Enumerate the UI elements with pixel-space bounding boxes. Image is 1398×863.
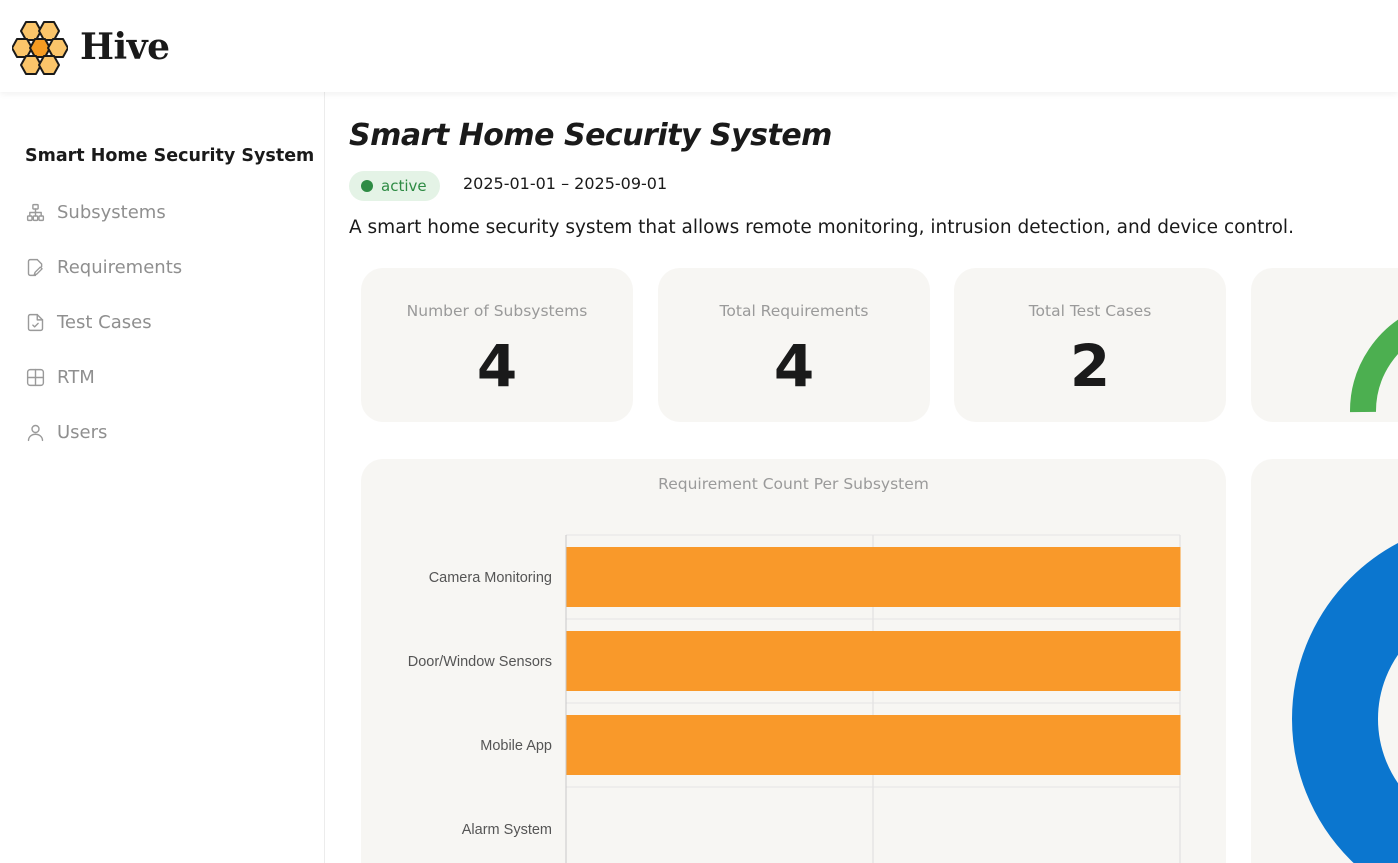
grid-icon	[24, 366, 46, 388]
y-tick-label: Alarm System	[462, 822, 552, 838]
sidebar-item-label: RTM	[57, 366, 95, 388]
bar	[566, 547, 1181, 607]
date-range: 2025-01-01 – 2025-09-01	[463, 174, 668, 193]
sidebar-item-requirements[interactable]: Requirements	[24, 252, 182, 282]
y-tick-label: Camera Monitoring	[429, 570, 552, 586]
stat-label: Total Test Cases	[1028, 302, 1152, 320]
sidebar-item-users[interactable]: Users	[24, 417, 107, 447]
sidebar-item-subsystems[interactable]: Subsystems	[24, 197, 166, 227]
sidebar-project-name[interactable]: Smart Home Security System	[25, 146, 314, 166]
status-dot-icon	[361, 180, 373, 192]
sidebar-item-label: Subsystems	[57, 201, 166, 223]
y-tick-label: Mobile App	[480, 738, 552, 754]
top-bar: Hive	[0, 0, 1398, 92]
bar	[566, 715, 1181, 775]
stat-card-requirements: Total Requirements 4	[658, 268, 930, 422]
requirement-chart-card: Requirement Count Per Subsystem Camera M…	[361, 459, 1226, 863]
stat-value: 4	[773, 332, 815, 400]
stat-label: Total Requirements	[719, 302, 869, 320]
status-badge: active	[349, 171, 440, 201]
donut-chart-card	[1251, 459, 1398, 863]
stat-card-gauge	[1251, 268, 1398, 422]
edit-document-icon	[24, 256, 46, 278]
sidebar-item-label: Test Cases	[57, 311, 152, 333]
gauge-arc	[1349, 319, 1398, 413]
donut-chart	[1292, 543, 1398, 863]
donut-ring	[1292, 543, 1398, 863]
hive-logo-icon	[12, 21, 68, 75]
sidebar: Smart Home Security System Subsystems Re…	[0, 92, 325, 863]
status-label: active	[381, 177, 427, 195]
project-description: A smart home security system that allows…	[349, 217, 1294, 238]
bar-chart: Camera Monitoring Door/Window Sensors Mobi…	[408, 534, 1181, 863]
stat-value: 2	[1069, 332, 1111, 400]
page-title: Smart Home Security System	[349, 118, 832, 153]
gauge-chart	[1349, 319, 1398, 413]
sidebar-item-label: Requirements	[57, 256, 183, 278]
user-icon	[24, 421, 46, 443]
checked-document-icon	[24, 311, 46, 333]
sidebar-item-test-cases[interactable]: Test Cases	[24, 307, 152, 337]
bar	[566, 631, 1181, 691]
brand-name[interactable]: Hive	[80, 26, 170, 68]
stat-value: 4	[476, 332, 518, 400]
main-content: Smart Home Security System active 2025-0…	[326, 92, 1398, 863]
stat-label: Number of Subsystems	[406, 302, 588, 320]
sidebar-item-label: Users	[57, 421, 108, 443]
stat-card-test-cases: Total Test Cases 2	[954, 268, 1226, 422]
sidebar-item-rtm[interactable]: RTM	[24, 362, 95, 392]
hierarchy-icon	[24, 201, 46, 223]
y-tick-label: Door/Window Sensors	[408, 654, 552, 670]
stat-card-subsystems: Number of Subsystems 4	[361, 268, 633, 422]
